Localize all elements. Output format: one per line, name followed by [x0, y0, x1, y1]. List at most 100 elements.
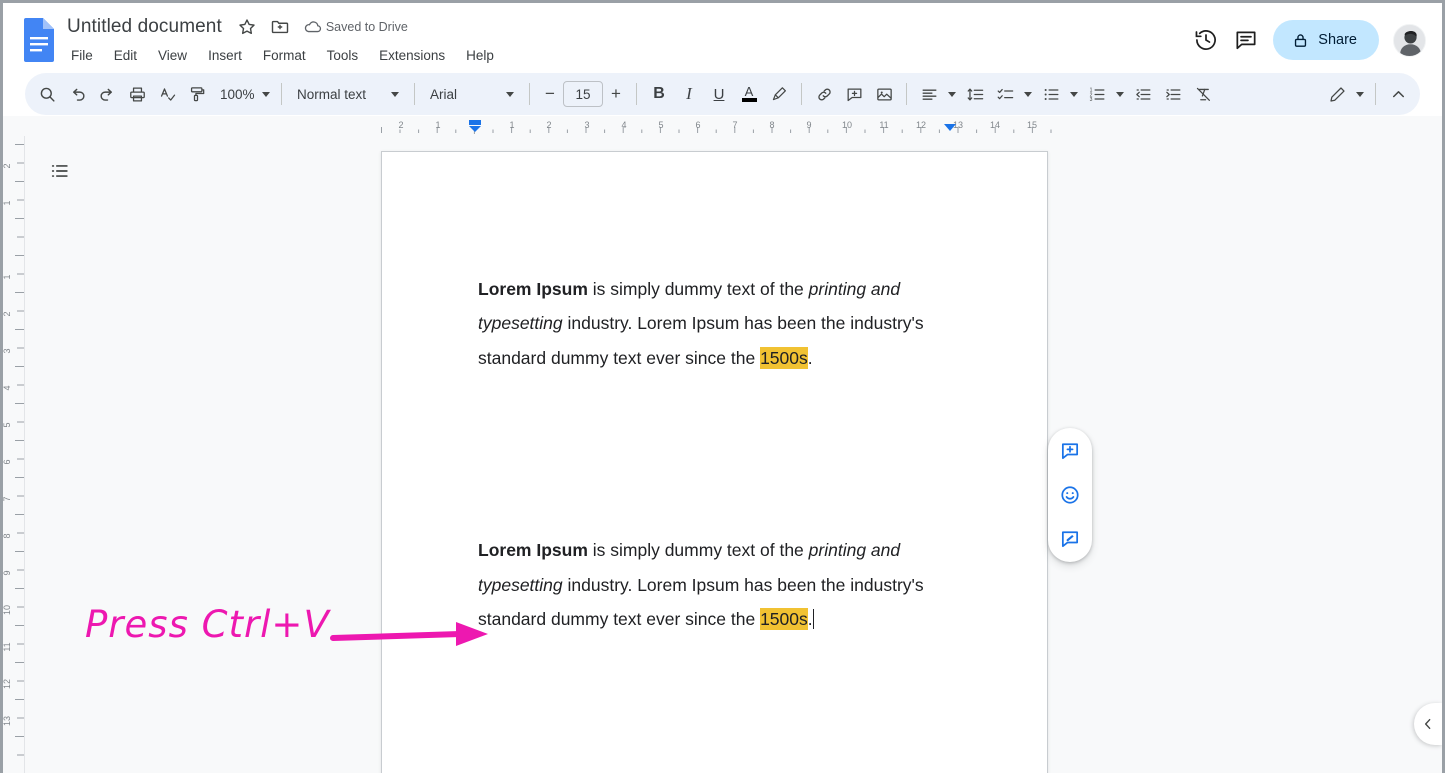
save-status[interactable]: Saved to Drive	[303, 17, 408, 37]
svg-text:8: 8	[769, 120, 774, 130]
toolbar-divider	[636, 83, 637, 105]
checklist-icon[interactable]	[990, 79, 1020, 109]
paragraph-2-highlight: 1500s	[760, 608, 808, 630]
spellcheck-icon[interactable]	[152, 79, 182, 109]
font-size-input[interactable]	[563, 81, 603, 107]
svg-text:3: 3	[3, 348, 12, 353]
highlight-color-icon[interactable]	[764, 79, 794, 109]
toolbar-divider	[801, 83, 802, 105]
horizontal-ruler-ticks: 2 1 1 2 3 4 5 6 7 8 9 10 11 12 13 14 15	[3, 116, 1442, 136]
insert-image-icon[interactable]	[869, 79, 899, 109]
vertical-ruler[interactable]: 2 1 1 2 3 4 5 6 7 8 9 10 11 12 13	[3, 136, 25, 773]
title-row: Untitled document	[67, 14, 1193, 40]
svg-text:3: 3	[1089, 96, 1092, 102]
numbered-list-icon[interactable]: 1 2 3	[1082, 79, 1112, 109]
increase-indent-icon[interactable]	[1158, 79, 1188, 109]
document-outline-icon[interactable]	[45, 156, 75, 186]
svg-text:2: 2	[3, 163, 12, 168]
svg-text:2: 2	[546, 120, 551, 130]
menu-file[interactable]: File	[68, 46, 96, 65]
svg-text:2: 2	[3, 311, 12, 316]
editing-mode-chevron-down-icon[interactable]	[1352, 79, 1368, 109]
bold-label: B	[653, 85, 665, 103]
chevron-down-icon	[391, 92, 399, 97]
horizontal-ruler[interactable]: 2 1 1 2 3 4 5 6 7 8 9 10 11 12 13 14 15	[3, 116, 1442, 136]
paragraph-style-selector[interactable]: Normal text	[289, 80, 407, 108]
font-family-selector[interactable]: Arial	[422, 80, 522, 108]
paragraph-2-part1: is simply dummy text of the	[588, 540, 809, 560]
document-title[interactable]: Untitled document	[67, 16, 224, 38]
bulleted-list-icon[interactable]	[1036, 79, 1066, 109]
clear-formatting-icon[interactable]	[1188, 79, 1218, 109]
paint-format-icon[interactable]	[182, 79, 212, 109]
numbered-list-dropdown-chevron-down-icon[interactable]	[1112, 79, 1128, 109]
add-comment-icon[interactable]	[839, 79, 869, 109]
floating-side-toolbar	[1048, 428, 1092, 562]
menu-extensions[interactable]: Extensions	[376, 46, 448, 65]
bulleted-list-dropdown-chevron-down-icon[interactable]	[1066, 79, 1082, 109]
suggest-edits-icon[interactable]	[1054, 523, 1086, 555]
undo-icon[interactable]	[62, 79, 92, 109]
bold-button[interactable]: B	[644, 79, 674, 109]
align-left-icon[interactable]	[914, 79, 944, 109]
google-docs-logo[interactable]	[21, 17, 57, 63]
menu-tools[interactable]: Tools	[324, 46, 362, 65]
user-avatar[interactable]	[1393, 24, 1426, 57]
menu-edit[interactable]: Edit	[111, 46, 140, 65]
line-spacing-icon[interactable]	[960, 79, 990, 109]
svg-text:7: 7	[732, 120, 737, 130]
right-indent-marker[interactable]	[943, 123, 957, 133]
increase-font-size-button[interactable]: +	[603, 81, 629, 107]
share-button[interactable]: Share	[1273, 20, 1379, 60]
svg-text:4: 4	[3, 385, 12, 390]
text-color-label: A	[745, 86, 754, 97]
toolbar-divider	[906, 83, 907, 105]
paragraph-2[interactable]: Lorem Ipsum is simply dummy text of the …	[478, 533, 953, 636]
document-canvas: Lorem Ipsum is simply dummy text of the …	[25, 136, 1442, 773]
underline-button[interactable]: U	[704, 79, 734, 109]
menu-help[interactable]: Help	[463, 46, 497, 65]
menu-insert[interactable]: Insert	[205, 46, 245, 65]
zoom-selector[interactable]: 100%	[212, 80, 274, 108]
text-cursor	[813, 609, 815, 629]
print-icon[interactable]	[122, 79, 152, 109]
svg-text:14: 14	[990, 120, 1000, 130]
toolbar-divider	[281, 83, 282, 105]
move-to-folder-icon[interactable]	[270, 17, 290, 37]
paragraph-1[interactable]: Lorem Ipsum is simply dummy text of the …	[478, 272, 953, 375]
document-body[interactable]: Lorem Ipsum is simply dummy text of the …	[478, 272, 953, 636]
menu-format[interactable]: Format	[260, 46, 309, 65]
version-history-icon[interactable]	[1193, 27, 1219, 53]
app-header: Untitled document	[3, 3, 1442, 71]
search-icon[interactable]	[32, 79, 62, 109]
star-outline-icon[interactable]	[237, 17, 257, 37]
zoom-value: 100%	[220, 87, 255, 102]
decrease-font-size-button[interactable]: −	[537, 81, 563, 107]
open-comment-history-icon[interactable]	[1233, 27, 1259, 53]
checklist-dropdown-chevron-down-icon[interactable]	[1020, 79, 1036, 109]
text-color-button[interactable]: A	[734, 79, 764, 109]
document-page[interactable]: Lorem Ipsum is simply dummy text of the …	[381, 151, 1048, 773]
paragraph-1-highlight: 1500s	[760, 347, 808, 369]
editing-mode-pencil-icon[interactable]	[1322, 79, 1352, 109]
chevron-down-icon	[506, 92, 514, 97]
add-emoji-reaction-icon[interactable]	[1054, 479, 1086, 511]
add-comment-icon[interactable]	[1054, 435, 1086, 467]
svg-text:12: 12	[3, 679, 12, 689]
insert-link-icon[interactable]	[809, 79, 839, 109]
toolbar-area: 100% Normal text Arial − + B I	[3, 73, 1442, 115]
svg-text:4: 4	[621, 120, 626, 130]
annotation-text: Press Ctrl+V	[85, 603, 330, 646]
paragraph-2-bold-lead: Lorem Ipsum	[478, 540, 588, 560]
svg-text:6: 6	[695, 120, 700, 130]
left-indent-marker[interactable]	[468, 119, 482, 133]
align-dropdown-chevron-down-icon[interactable]	[944, 79, 960, 109]
italic-button[interactable]: I	[674, 79, 704, 109]
toolbar-divider	[529, 83, 530, 105]
svg-text:5: 5	[658, 120, 663, 130]
menu-view[interactable]: View	[155, 46, 190, 65]
collapse-toolbar-chevron-up-icon[interactable]	[1383, 79, 1413, 109]
redo-icon[interactable]	[92, 79, 122, 109]
underline-label: U	[714, 86, 725, 103]
decrease-indent-icon[interactable]	[1128, 79, 1158, 109]
